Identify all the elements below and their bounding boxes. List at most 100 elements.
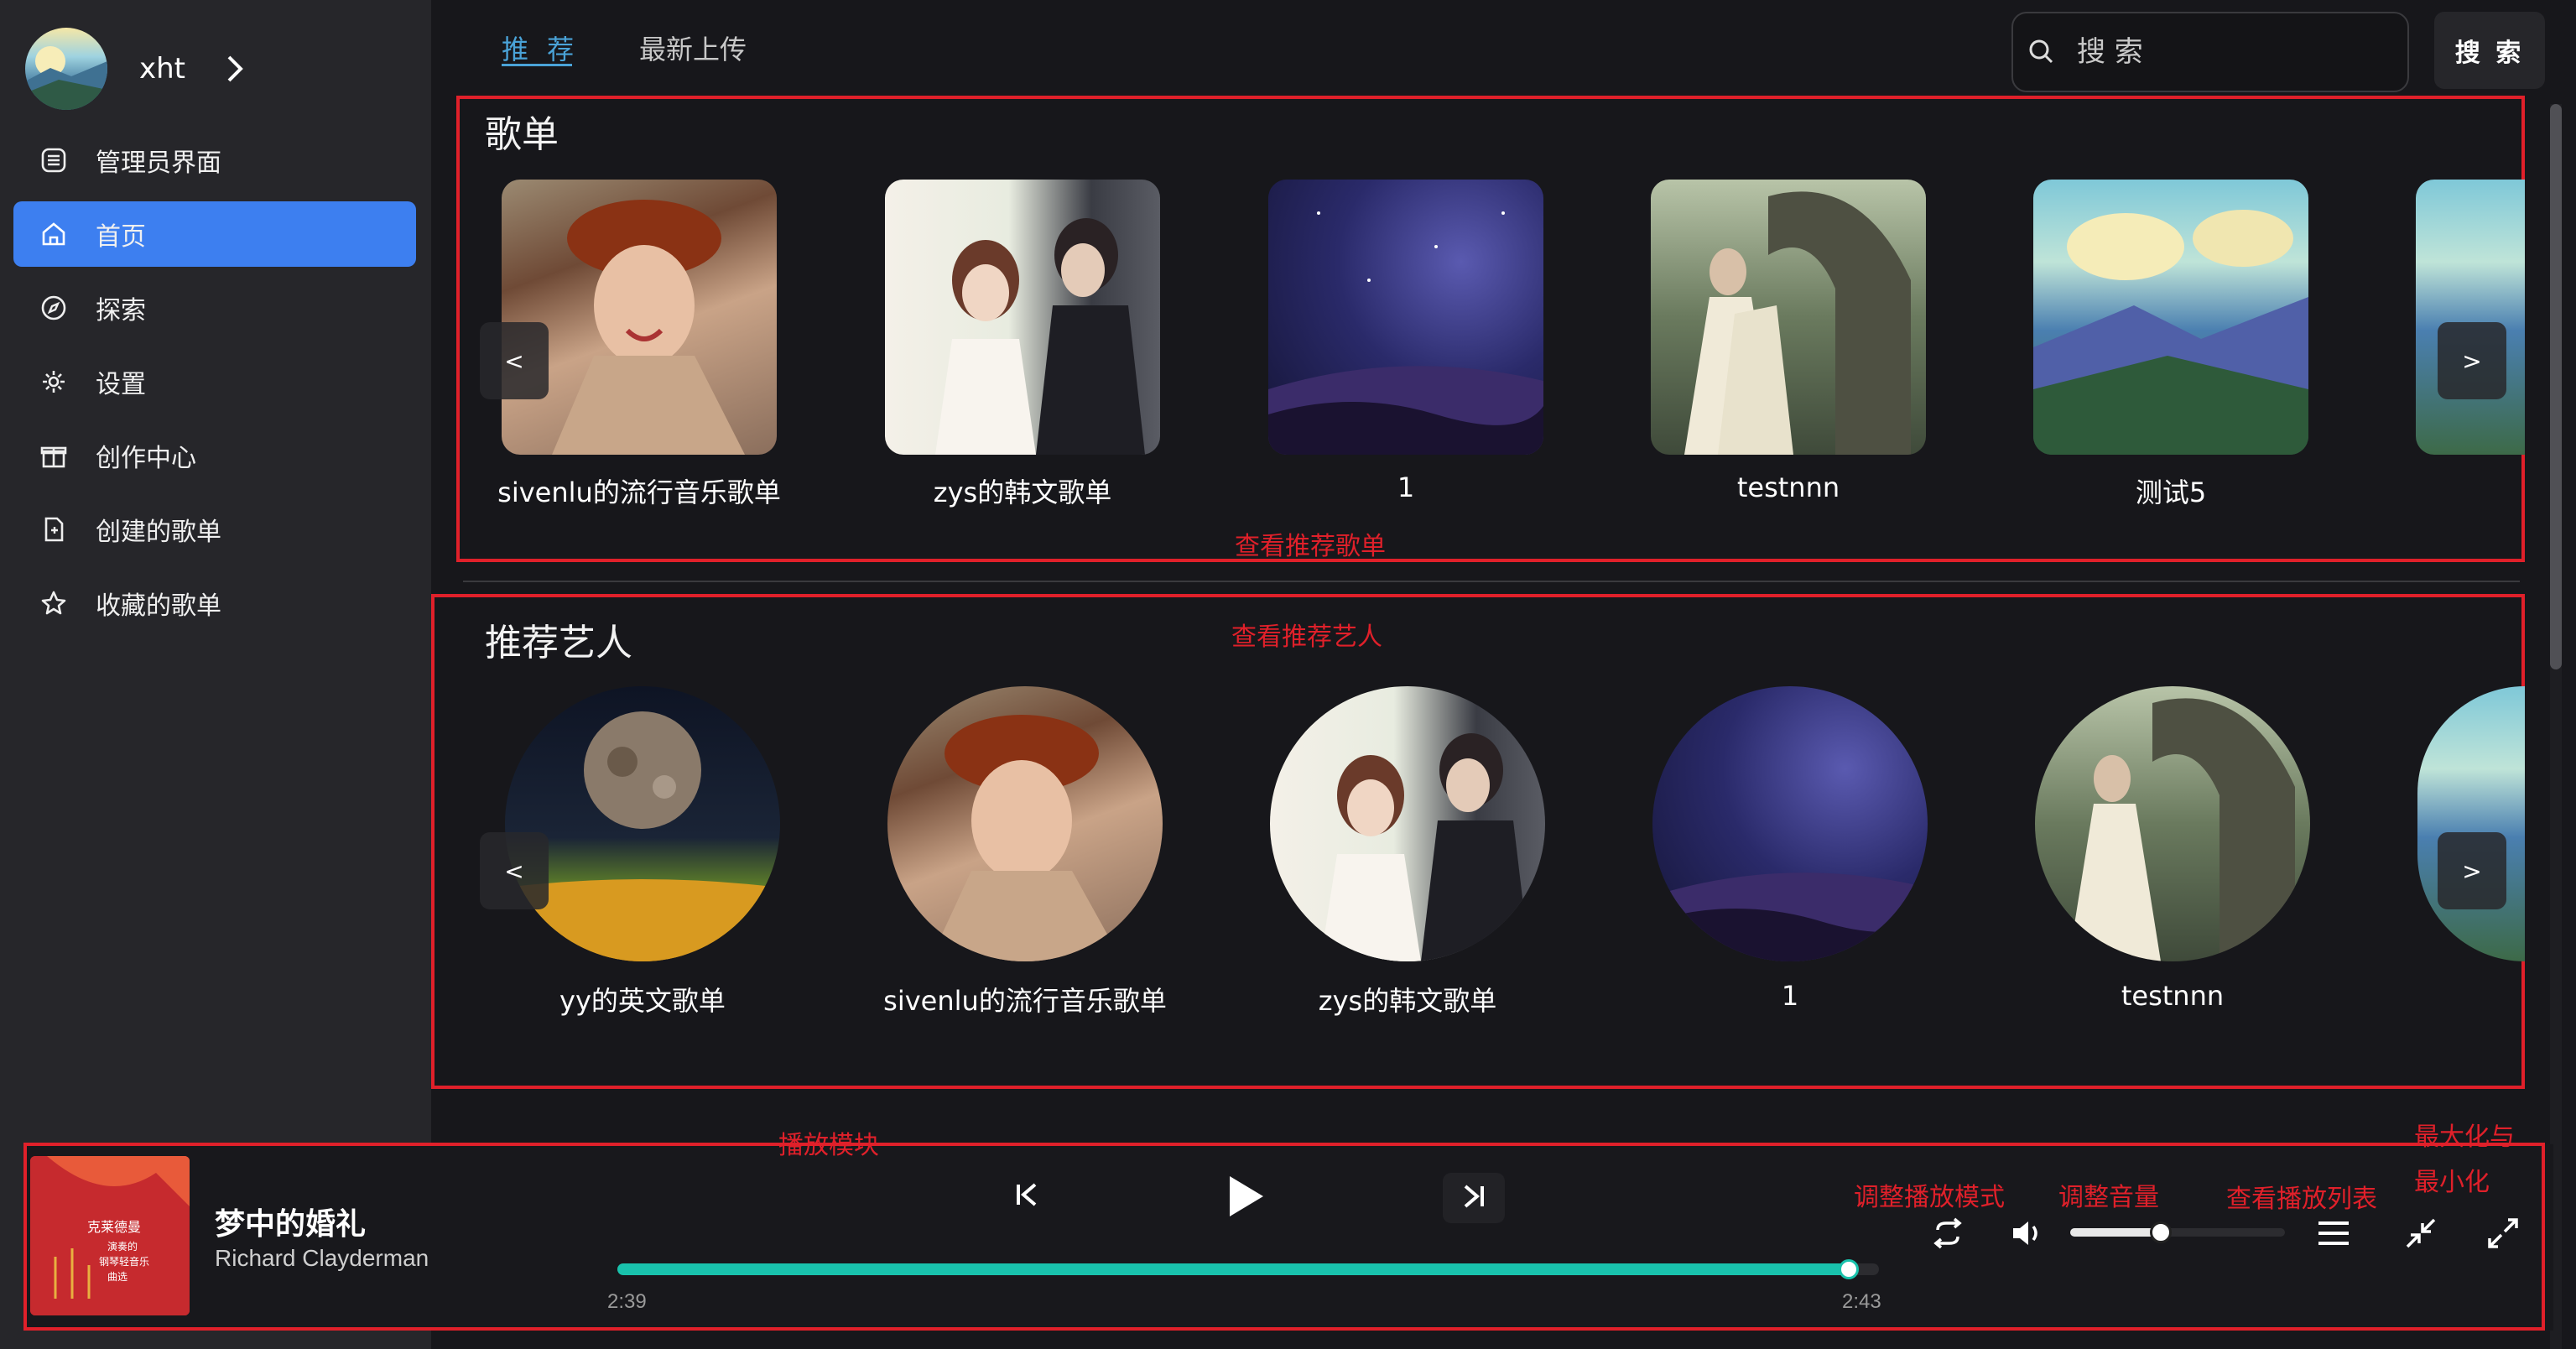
artist-avatar[interactable] bbox=[1652, 686, 1928, 961]
artist-avatar[interactable] bbox=[887, 686, 1163, 961]
chevron-right-icon: > bbox=[2462, 857, 2482, 885]
chevron-right-icon[interactable] bbox=[217, 52, 251, 86]
sidebar-item-settings[interactable]: 设置 bbox=[13, 349, 416, 414]
progress-handle[interactable] bbox=[1838, 1259, 1859, 1279]
annotation-label-artists: 查看推荐艺人 bbox=[1231, 622, 1382, 652]
collapse-icon bbox=[2404, 1216, 2438, 1253]
playlist-name[interactable]: sivenlu的流行音乐歌单 bbox=[446, 471, 832, 510]
annotation-label-volume: 调整音量 bbox=[2058, 1183, 2159, 1212]
volume-button[interactable] bbox=[2005, 1213, 2048, 1257]
chevron-right-icon: > bbox=[2462, 346, 2482, 375]
minimize-button[interactable] bbox=[2399, 1213, 2443, 1257]
tab-recommend[interactable]: 推 荐 bbox=[502, 29, 579, 67]
play-mode-button[interactable] bbox=[1926, 1213, 1970, 1257]
playlist-view-button[interactable] bbox=[2312, 1213, 2355, 1257]
document-icon bbox=[37, 513, 70, 546]
artist-name[interactable]: testnnn bbox=[1980, 980, 2365, 1012]
sidebar-item-creator-center[interactable]: 创作中心 bbox=[13, 423, 416, 488]
username[interactable]: xht bbox=[139, 52, 185, 86]
home-icon bbox=[37, 217, 70, 251]
svg-text:演奏的: 演奏的 bbox=[107, 1240, 138, 1253]
artist-avatar[interactable] bbox=[2035, 686, 2310, 961]
progress-fill bbox=[617, 1263, 1849, 1275]
sidebar-item-created-playlists[interactable]: 创建的歌单 bbox=[13, 497, 416, 562]
scrollbar-thumb[interactable] bbox=[2550, 104, 2562, 669]
play-button[interactable] bbox=[1221, 1171, 1268, 1225]
section-divider bbox=[463, 581, 2520, 582]
sidebar-item-label: 管理员界面 bbox=[96, 148, 221, 178]
volume-fill bbox=[2070, 1228, 2161, 1237]
sidebar-item-home[interactable]: 首页 bbox=[13, 201, 416, 267]
tab-latest-uploads[interactable]: 最新上传 bbox=[639, 29, 747, 67]
artist-name[interactable]: 1 bbox=[1597, 980, 1983, 1012]
section-title-artists: 推荐艺人 bbox=[485, 622, 632, 664]
current-time: 2:39 bbox=[607, 1290, 647, 1313]
sidebar-item-label: 收藏的歌单 bbox=[96, 591, 221, 621]
avatar[interactable] bbox=[25, 28, 107, 110]
previous-button[interactable] bbox=[1005, 1175, 1049, 1218]
search-button[interactable]: 搜 索 bbox=[2434, 12, 2545, 89]
expand-icon bbox=[2486, 1216, 2520, 1253]
search-icon bbox=[2025, 35, 2058, 69]
skip-previous-icon bbox=[1012, 1180, 1042, 1213]
playlist-name[interactable]: 测试5 bbox=[1978, 471, 2364, 510]
playlist-cover[interactable] bbox=[885, 180, 1160, 455]
sidebar-item-explore[interactable]: 探索 bbox=[13, 275, 416, 341]
search-box[interactable] bbox=[2011, 12, 2409, 92]
annotation-label-window-line1: 最大化与 bbox=[2414, 1122, 2515, 1152]
playlist-name[interactable]: zys的韩文歌单 bbox=[830, 471, 1215, 510]
artist-name[interactable]: zys的韩文歌单 bbox=[1215, 980, 1600, 1018]
menu-icon bbox=[2315, 1216, 2352, 1253]
chevron-left-icon: < bbox=[504, 857, 524, 885]
total-time: 2:43 bbox=[1842, 1290, 1881, 1313]
artist-avatar[interactable] bbox=[1270, 686, 1545, 961]
playlist-cover[interactable] bbox=[1268, 180, 1543, 455]
carousel-next-button[interactable]: > bbox=[2438, 322, 2506, 399]
user-profile[interactable]: xht bbox=[25, 27, 251, 111]
volume-slider[interactable] bbox=[2070, 1221, 2285, 1243]
volume-icon bbox=[2008, 1216, 2045, 1253]
playlist-cover[interactable] bbox=[1651, 180, 1926, 455]
maximize-button[interactable] bbox=[2481, 1213, 2525, 1257]
artist-name[interactable]: sivenlu的流行音乐歌单 bbox=[832, 980, 1218, 1018]
playlist-cover[interactable] bbox=[502, 180, 777, 455]
section-title-playlists: 歌单 bbox=[485, 113, 559, 156]
carousel-prev-button[interactable]: < bbox=[480, 832, 549, 909]
song-title: 梦中的婚礼 bbox=[215, 1207, 367, 1242]
volume-handle[interactable] bbox=[2149, 1221, 2172, 1243]
sidebar-item-admin[interactable]: 管理员界面 bbox=[13, 128, 416, 193]
sidebar-item-label: 创作中心 bbox=[96, 444, 196, 473]
svg-text:克莱德曼: 克莱德曼 bbox=[87, 1219, 141, 1235]
artist-name[interactable]: yy的英文歌单 bbox=[450, 980, 835, 1018]
sidebar-item-label: 设置 bbox=[96, 370, 146, 399]
progress-bar[interactable] bbox=[617, 1259, 1879, 1279]
chevron-left-icon: < bbox=[504, 346, 524, 375]
annotation-label-playlists: 查看推荐歌单 bbox=[1235, 532, 1386, 561]
annotation-label-player: 播放模块 bbox=[778, 1131, 879, 1160]
playlist-cover[interactable] bbox=[2033, 180, 2308, 455]
play-icon bbox=[1221, 1171, 1268, 1225]
star-icon bbox=[37, 586, 70, 620]
annotation-label-play-mode: 调整播放模式 bbox=[1854, 1183, 2005, 1212]
admin-list-icon bbox=[37, 143, 70, 177]
svg-text:钢琴轻音乐: 钢琴轻音乐 bbox=[99, 1255, 149, 1268]
carousel-prev-button[interactable]: < bbox=[480, 322, 549, 399]
artist-avatar[interactable] bbox=[505, 686, 780, 961]
search-input[interactable] bbox=[2075, 34, 2397, 70]
next-button[interactable] bbox=[1443, 1173, 1505, 1223]
album-cover[interactable]: 克莱德曼演奏的钢琴轻音乐曲选 bbox=[30, 1156, 190, 1315]
active-tab-indicator bbox=[502, 64, 572, 66]
playlist-cover[interactable] bbox=[2416, 180, 2525, 455]
compass-icon bbox=[37, 291, 70, 325]
song-artist: Richard Clayderman bbox=[215, 1245, 429, 1271]
gear-icon bbox=[37, 365, 70, 398]
sidebar-item-favorite-playlists[interactable]: 收藏的歌单 bbox=[13, 570, 416, 636]
annotation-label-window-line2: 最小化 bbox=[2414, 1168, 2490, 1197]
playlist-name[interactable]: testnnn bbox=[1595, 471, 1981, 503]
playlist-name[interactable]: 1 bbox=[1213, 471, 1599, 503]
carousel-next-button[interactable]: > bbox=[2438, 832, 2506, 909]
repeat-icon bbox=[1929, 1216, 1966, 1253]
skip-next-icon bbox=[1459, 1181, 1489, 1215]
sidebar-item-label: 创建的歌单 bbox=[96, 518, 221, 547]
svg-text:曲选: 曲选 bbox=[107, 1271, 127, 1283]
